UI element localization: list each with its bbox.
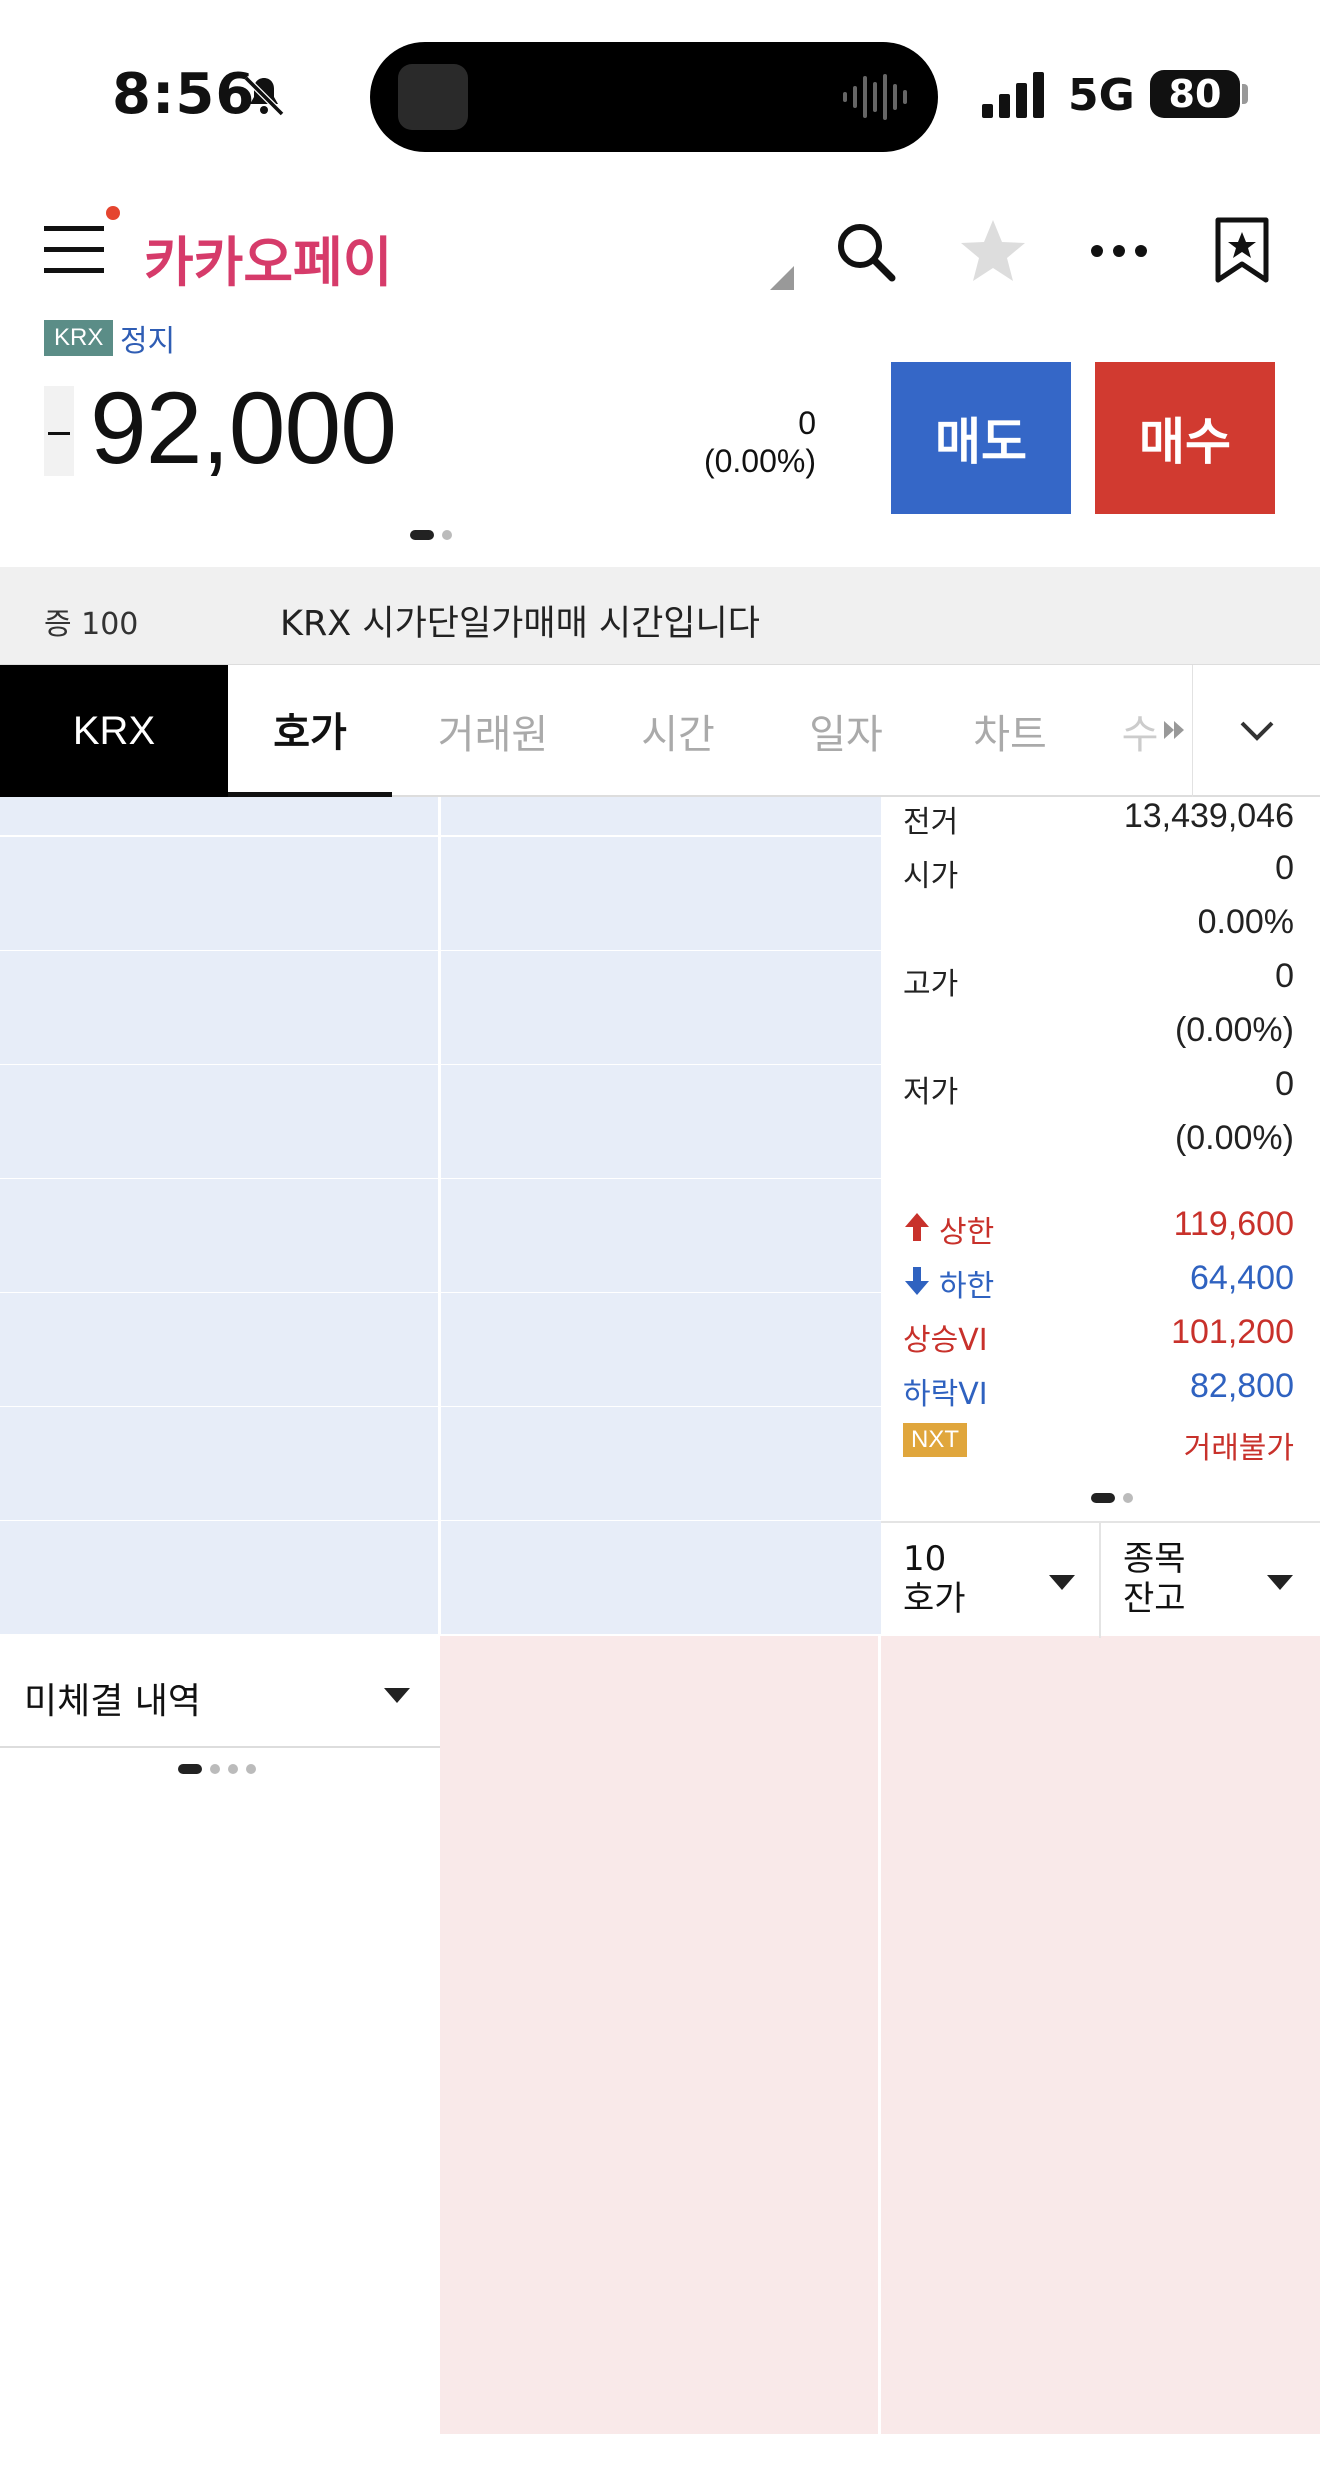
bid-row[interactable] [440,2092,1320,2206]
tab-orderbook[interactable]: 호가 [228,665,392,797]
chevron-down-icon [1240,721,1273,741]
notice-text: KRX 시가단일가매매 시간입니다 [280,604,760,644]
cell-signal-icon [982,72,1044,118]
arrow-down-icon [905,1267,929,1295]
margin-rate: 증 100 [44,607,139,642]
price-flat-marker [44,386,74,476]
vi-down-value: 82,800 [1190,1367,1294,1405]
depth-value: 10 [903,1539,947,1579]
pending-orders-select[interactable]: 미체결 내역 [0,1636,440,1748]
notice-bar: 증 100 KRX 시가단일가매매 시간입니다 [0,567,1320,665]
prev-volume-label: 전거 [903,805,959,840]
search-icon[interactable] [830,216,900,286]
bookmark-icon[interactable] [1210,216,1280,286]
more-icon[interactable] [1086,216,1156,286]
bell-muted-icon [243,75,285,117]
vi-up-value: 101,200 [1171,1313,1294,1351]
low-value: 0 [1275,1065,1294,1103]
tab-bar: KRX 호가 거래원 시간 일자 차트 수 [0,665,1320,797]
ask-row[interactable] [0,1407,881,1520]
bid-row[interactable] [440,1978,1320,2092]
ask-row[interactable] [0,951,881,1064]
vi-up-label: 상승VI [903,1323,988,1358]
upper-limit-label: 상한 [939,1215,995,1250]
stock-select-corner-icon[interactable] [770,266,794,290]
price-change: 0 (0.00%) [640,404,816,480]
arrow-up-icon [905,1213,929,1241]
open-value: 0 [1275,849,1294,887]
pending-caret-icon [384,1688,410,1703]
high-value: 0 [1275,957,1294,995]
stock-name[interactable]: 카카오페이 [144,218,392,297]
high-label: 고가 [903,967,959,1002]
battery-icon: 80 [1150,70,1240,118]
pending-orders-label: 미체결 내역 [24,1681,202,1722]
ask-row[interactable] [0,1521,881,1634]
network-type: 5G [1068,70,1135,121]
star-icon[interactable] [958,216,1028,286]
balance-caret-icon [1267,1575,1293,1590]
change-amount: 0 [798,405,816,441]
status-bar: 8:56 5G 80 [0,0,1320,190]
notification-dot [106,206,120,220]
bid-row[interactable] [440,1636,1320,1750]
info-pager[interactable] [1091,1493,1133,1503]
tab-brokers[interactable]: 거래원 [400,665,586,797]
tab-time[interactable]: 시간 [600,665,756,797]
trading-state: 정지 [120,324,176,359]
hamburger-menu-icon[interactable] [44,224,108,276]
lower-limit-label: 하한 [939,1269,995,1304]
tab-more-button[interactable] [1192,665,1320,797]
scroll-right-icon[interactable] [1160,715,1190,745]
high-percent: (0.00%) [1174,1011,1294,1049]
bid-row[interactable] [440,2206,1320,2320]
upper-limit-value: 119,600 [1173,1205,1294,1243]
low-percent: (0.00%) [1174,1119,1294,1157]
bid-row[interactable] [440,2320,1320,2434]
tab-daily[interactable]: 일자 [768,665,924,797]
bid-row[interactable] [440,1750,1320,1864]
change-percent: (0.00%) [703,443,816,479]
clock: 8:56 [112,62,256,127]
ask-row[interactable] [0,1293,881,1406]
depth-caret-icon [1049,1575,1075,1590]
battery-tip [1242,84,1248,104]
ask-row[interactable] [0,837,881,950]
prev-volume-value: 13,439,046 [1123,797,1294,835]
pending-orders-body [0,1750,440,2475]
tab-chart[interactable]: 차트 [932,665,1088,797]
low-label: 저가 [903,1075,959,1110]
exchange-badge: KRX [44,320,114,356]
bid-row[interactable] [440,1864,1320,1978]
orderbook-options: 10 호가 종목 잔고 [881,1521,1320,1638]
audio-wave-icon [843,74,907,120]
nxt-badge: NXT [903,1423,967,1457]
exchange-toggle[interactable]: KRX [0,665,228,797]
price-info-panel: 전거 13,439,046 시가 0 0.00% 고가 0 (0.00%) 저가… [881,797,1320,1521]
balance-line1: 종목 [1123,1539,1186,1579]
sell-button[interactable]: 매도 [891,362,1071,514]
nxt-status: 거래불가 [1183,1432,1294,1465]
ask-row[interactable] [0,797,881,837]
buy-button[interactable]: 매수 [1095,362,1275,514]
divider [1099,1523,1101,1638]
media-thumbnail [398,64,468,130]
open-label: 시가 [903,859,959,894]
current-price: 92,000 [90,371,397,485]
ask-row[interactable] [0,1065,881,1178]
pending-pager[interactable] [178,1764,256,1774]
dynamic-island [370,42,938,152]
quote-pager[interactable] [410,530,452,540]
vi-down-label: 하락VI [903,1377,988,1412]
lower-limit-value: 64,400 [1190,1259,1294,1297]
ask-row[interactable] [0,1179,881,1292]
open-percent: 0.00% [1197,903,1294,941]
